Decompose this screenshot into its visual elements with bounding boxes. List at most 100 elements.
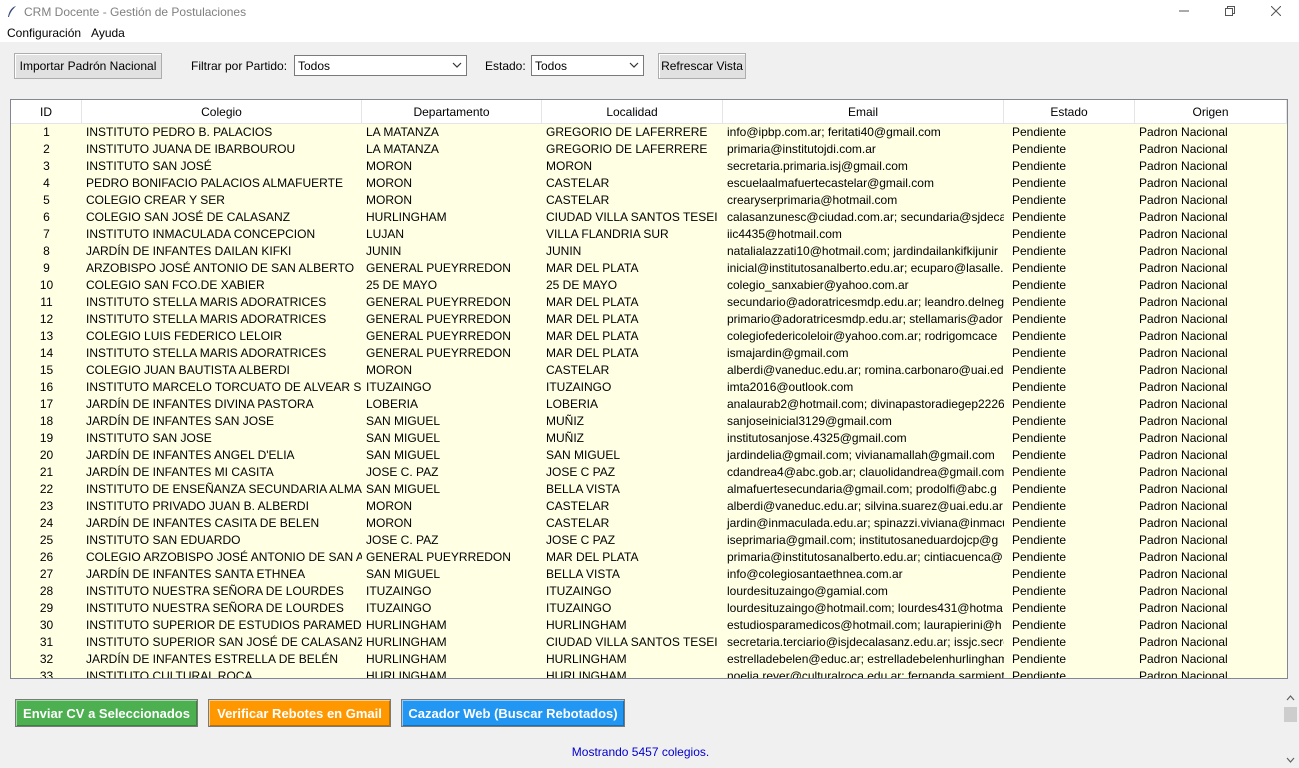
close-button[interactable]	[1253, 0, 1299, 23]
table-row[interactable]: 17 JARDÍN DE INFANTES DIVINA PASTORA LOBER…	[11, 396, 1287, 413]
cell-origen: Padron Nacional	[1139, 397, 1228, 411]
import-padron-button[interactable]: Importar Padrón Nacional	[14, 53, 162, 79]
estado-select[interactable]: Todos	[531, 55, 644, 76]
table-row[interactable]: 4 PEDRO BONIFACIO PALACIOS ALMAFUERTE MORO…	[11, 175, 1287, 192]
table-row[interactable]: 3 INSTITUTO SAN JOSÉ MORON MORON secretaria.…	[11, 158, 1287, 175]
table-row[interactable]: 15 COLEGIO JUAN BAUTISTA ALBERDI MORON CAST…	[11, 362, 1287, 379]
cell-departamento: GENERAL PUEYRREDON	[366, 312, 511, 326]
cell-departamento: GENERAL PUEYRREDON	[366, 346, 511, 360]
table-row[interactable]: 7 INSTITUTO INMACULADA CONCEPCION LUJAN VIL…	[11, 226, 1287, 243]
table-row[interactable]: 29 INSTITUTO NUESTRA SEÑORA DE LOURDES ITU…	[11, 600, 1287, 617]
cell-email: estudiosparamedicos@hotmail.com; laurapi…	[727, 618, 1002, 632]
web-hunter-button[interactable]: Cazador Web (Buscar Rebotados)	[401, 699, 625, 727]
column-header-departamento[interactable]: Departamento	[362, 100, 542, 124]
cell-departamento: HURLINGHAM	[366, 210, 447, 224]
table-row[interactable]: 8 JARDÍN DE INFANTES DAILAN KIFKI JUNIN JUN…	[11, 243, 1287, 260]
table-row[interactable]: 2 INSTITUTO JUANA DE IBARBOUROU LA MATANZA…	[11, 141, 1287, 158]
colegios-table[interactable]: ID Colegio Departamento Localidad Email …	[10, 99, 1288, 679]
cell-estado: Pendiente	[1012, 635, 1067, 649]
cell-colegio: JARDÍN DE INFANTES SAN JOSE	[86, 414, 275, 428]
cell-estado: Pendiente	[1012, 669, 1067, 679]
cell-email: alberdi@vaneduc.edu.ar; romina.carbonaro…	[727, 363, 1004, 377]
cell-origen: Padron Nacional	[1139, 159, 1228, 173]
cell-estado: Pendiente	[1012, 499, 1067, 513]
table-row[interactable]: 14 INSTITUTO STELLA MARIS ADORATRICES GENE…	[11, 345, 1287, 362]
cell-colegio: JARDÍN DE INFANTES DAILAN KIFKI	[86, 244, 292, 258]
table-row[interactable]: 23 INSTITUTO PRIVADO JUAN B. ALBERDI MORON…	[11, 498, 1287, 515]
cell-email: secretaria.terciario@isjdecalasanz.edu.a…	[727, 635, 1004, 649]
cell-colegio: INSTITUTO INMACULADA CONCEPCION	[86, 227, 316, 241]
table-row[interactable]: 21 JARDÍN DE INFANTES MI CASITA JOSE C. PA…	[11, 464, 1287, 481]
table-row[interactable]: 32 JARDÍN DE INFANTES ESTRELLA DE BELÉN HU…	[11, 651, 1287, 668]
cell-departamento: 25 DE MAYO	[366, 278, 438, 292]
cell-id: 33	[39, 669, 54, 679]
table-row[interactable]: 24 JARDÍN DE INFANTES CASITA DE BELEN MORO…	[11, 515, 1287, 532]
cell-estado: Pendiente	[1012, 363, 1067, 377]
column-header-origen[interactable]: Origen	[1135, 100, 1287, 124]
table-row[interactable]: 9 ARZOBISPO JOSÉ ANTONIO DE SAN ALBERTO GE…	[11, 260, 1287, 277]
table-row[interactable]: 1 INSTITUTO PEDRO B. PALACIOS LA MATANZA GR…	[11, 124, 1287, 141]
table-row[interactable]: 5 COLEGIO CREAR Y SER MORON CASTELAR crearys…	[11, 192, 1287, 209]
table-row[interactable]: 13 COLEGIO LUIS FEDERICO LELOIR GENERAL PU…	[11, 328, 1287, 345]
cell-origen: Padron Nacional	[1139, 295, 1228, 309]
table-row[interactable]: 27 JARDÍN DE INFANTES SANTA ETHNEA SAN MIG…	[11, 566, 1287, 583]
status-text: Mostrando 5457 colegios.	[571, 745, 710, 759]
column-header-colegio[interactable]: Colegio	[82, 100, 362, 124]
cell-estado: Pendiente	[1012, 261, 1067, 275]
cell-origen: Padron Nacional	[1139, 193, 1228, 207]
cell-colegio: COLEGIO CREAR Y SER	[86, 193, 225, 207]
cell-departamento: ITUZAINGO	[366, 380, 432, 394]
table-row[interactable]: 30 INSTITUTO SUPERIOR DE ESTUDIOS PARAMED…	[11, 617, 1287, 634]
send-cv-button[interactable]: Enviar CV a Seleccionados	[15, 699, 198, 727]
cell-origen: Padron Nacional	[1139, 363, 1228, 377]
table-row[interactable]: 31 INSTITUTO SUPERIOR SAN JOSÉ DE CALASAN…	[11, 634, 1287, 651]
column-header-localidad[interactable]: Localidad	[542, 100, 723, 124]
cell-id: 1	[43, 125, 50, 139]
cell-estado: Pendiente	[1012, 516, 1067, 530]
cell-localidad: JOSE C PAZ	[546, 465, 616, 479]
table-row[interactable]: 16 INSTITUTO MARCELO TORCUATO DE ALVEAR S…	[11, 379, 1287, 396]
menu-configuracion[interactable]: Configuración	[2, 26, 86, 40]
refresh-view-button[interactable]: Refrescar Vista	[658, 53, 746, 79]
cell-id: 2	[43, 142, 50, 156]
table-row[interactable]: 22 INSTITUTO DE ENSEÑANZA SECUNDARIA ALMA…	[11, 481, 1287, 498]
maximize-button[interactable]	[1207, 0, 1253, 23]
table-row[interactable]: 20 JARDÍN DE INFANTES ANGEL D'ELIA SAN MIG…	[11, 447, 1287, 464]
restore-icon	[1225, 5, 1235, 19]
cell-localidad: JUNIN	[546, 244, 582, 258]
minimize-button[interactable]	[1161, 0, 1207, 23]
table-row[interactable]: 11 INSTITUTO STELLA MARIS ADORATRICES GENE…	[11, 294, 1287, 311]
table-row[interactable]: 26 COLEGIO ARZOBISPO JOSÉ ANTONIO DE SAN …	[11, 549, 1287, 566]
scroll-down-icon[interactable]	[1282, 751, 1299, 768]
cell-colegio: JARDÍN DE INFANTES ESTRELLA DE BELÉN	[86, 652, 339, 666]
cell-estado: Pendiente	[1012, 567, 1067, 581]
verify-bounces-button[interactable]: Verificar Rebotes en Gmail	[208, 699, 391, 727]
vertical-scrollbar[interactable]	[1282, 689, 1299, 768]
cell-departamento: MORON	[366, 516, 412, 530]
chevron-down-icon	[451, 59, 463, 71]
cell-colegio: INSTITUTO NUESTRA SEÑORA DE LOURDES	[86, 601, 344, 615]
table-row[interactable]: 28 INSTITUTO NUESTRA SEÑORA DE LOURDES ITU…	[11, 583, 1287, 600]
table-row[interactable]: 18 JARDÍN DE INFANTES SAN JOSE SAN MIGUEL M…	[11, 413, 1287, 430]
table-body: 1 INSTITUTO PEDRO B. PALACIOS LA MATANZA GR…	[11, 124, 1287, 679]
table-row[interactable]: 33 INSTITUTO CULTURAL ROCA HURLINGHAM HURLI…	[11, 668, 1287, 679]
cell-estado: Pendiente	[1012, 176, 1067, 190]
cell-id: 31	[39, 635, 54, 649]
partido-select[interactable]: Todos	[294, 55, 467, 76]
cell-origen: Padron Nacional	[1139, 567, 1228, 581]
menu-ayuda[interactable]: Ayuda	[86, 26, 130, 40]
table-row[interactable]: 10 COLEGIO SAN FCO.DE XABIER 25 DE MAYO 25 …	[11, 277, 1287, 294]
cell-colegio: INSTITUTO STELLA MARIS ADORATRICES	[86, 295, 327, 309]
cell-origen: Padron Nacional	[1139, 227, 1228, 241]
column-header-estado[interactable]: Estado	[1004, 100, 1135, 124]
table-row[interactable]: 25 INSTITUTO SAN EDUARDO JOSE C. PAZ JOSE C…	[11, 532, 1287, 549]
scrollbar-thumb[interactable]	[1284, 707, 1297, 722]
table-row[interactable]: 12 INSTITUTO STELLA MARIS ADORATRICES GENE…	[11, 311, 1287, 328]
cell-estado: Pendiente	[1012, 125, 1067, 139]
table-row[interactable]: 19 INSTITUTO SAN JOSE SAN MIGUEL MUÑIZ insti…	[11, 430, 1287, 447]
scroll-up-icon[interactable]	[1282, 689, 1299, 706]
table-row[interactable]: 6 COLEGIO SAN JOSÉ DE CALASANZ HURLINGHAM C…	[11, 209, 1287, 226]
column-header-id[interactable]: ID	[11, 100, 82, 124]
cell-localidad: SAN MIGUEL	[546, 448, 621, 462]
column-header-email[interactable]: Email	[723, 100, 1004, 124]
